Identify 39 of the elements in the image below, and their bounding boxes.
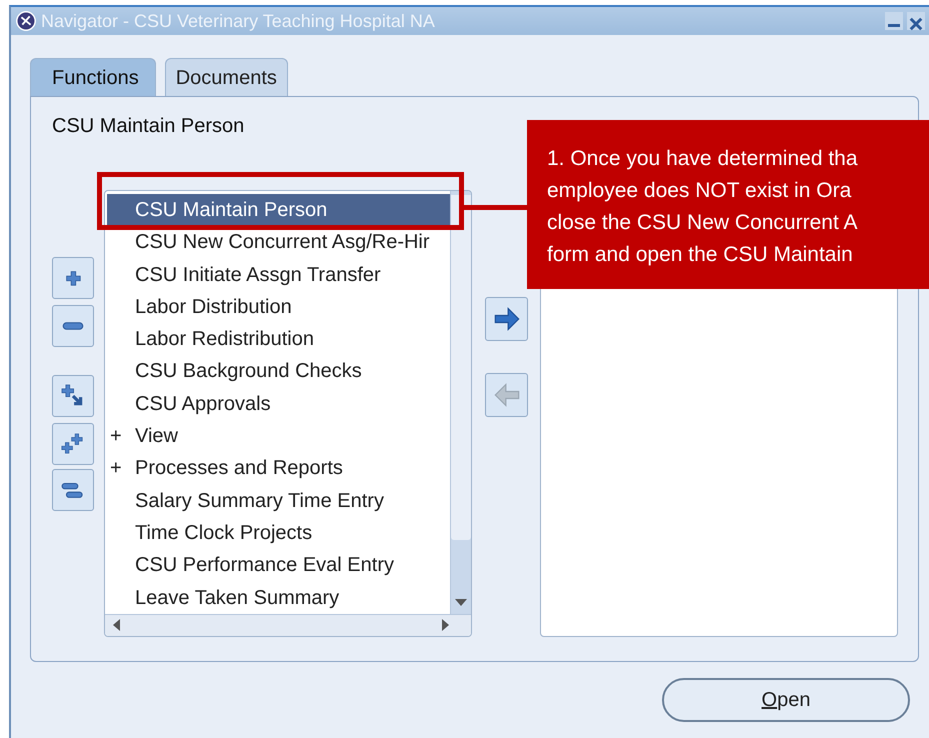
close-button[interactable]: [907, 12, 925, 30]
function-item[interactable]: CSU Performance Eval Entry: [107, 549, 450, 582]
open-button[interactable]: Open: [662, 678, 910, 722]
scroll-right-icon: [442, 619, 449, 632]
tree-button[interactable]: [52, 469, 94, 511]
expand-marker[interactable]: +: [110, 425, 122, 448]
left-arrow-icon: [492, 381, 520, 409]
scroll-down-icon: [455, 598, 467, 606]
tab[interactable]: Functions: [30, 58, 156, 96]
window-title: Navigator - CSU Veterinary Teaching Hospital NA: [41, 10, 435, 33]
scroll-left-icon: [113, 619, 120, 632]
right-arrow-icon: [492, 305, 520, 333]
tree-button[interactable]: [52, 423, 94, 465]
tree-button[interactable]: [52, 305, 94, 347]
function-item[interactable]: CSU Maintain Person: [107, 194, 450, 226]
vertical-scrollbar[interactable]: [450, 191, 471, 614]
function-item[interactable]: Leave Taken Summary: [107, 582, 450, 614]
tree-button[interactable]: [52, 375, 94, 417]
function-item[interactable]: Salary Summary Time Entry: [107, 484, 450, 517]
function-item[interactable]: Labor Distribution: [107, 290, 450, 324]
tree-button[interactable]: [52, 257, 94, 299]
callout-text: 1. Once you have determined tha employee does NOT exist in Ora close the CSU New Concurrent A form and open the CSU Maintain: [547, 146, 859, 268]
add-button[interactable]: [485, 297, 528, 341]
horizontal-scrollbar[interactable]: [105, 614, 471, 636]
function-item[interactable]: + Processes and Reports: [107, 452, 450, 485]
function-item[interactable]: + View: [107, 420, 450, 452]
function-item[interactable]: CSU Approvals: [107, 388, 450, 420]
expand-marker[interactable]: +: [110, 457, 122, 480]
close-icon: [907, 14, 925, 33]
app-icon: [15, 10, 37, 32]
tab[interactable]: Documents: [164, 58, 288, 96]
minimize-icon: [888, 24, 900, 27]
function-item[interactable]: CSU Initiate Assgn Transfer: [107, 258, 450, 291]
minimize-button[interactable]: [885, 12, 903, 30]
function-item[interactable]: CSU New Concurrent Asg/Re-Hir: [107, 226, 450, 259]
function-item[interactable]: Time Clock Projects: [107, 516, 450, 550]
function-item[interactable]: Labor Redistribution: [107, 323, 450, 356]
function-item[interactable]: CSU Background Checks: [107, 355, 450, 388]
current-function-label: CSU Maintain Person: [52, 114, 246, 135]
